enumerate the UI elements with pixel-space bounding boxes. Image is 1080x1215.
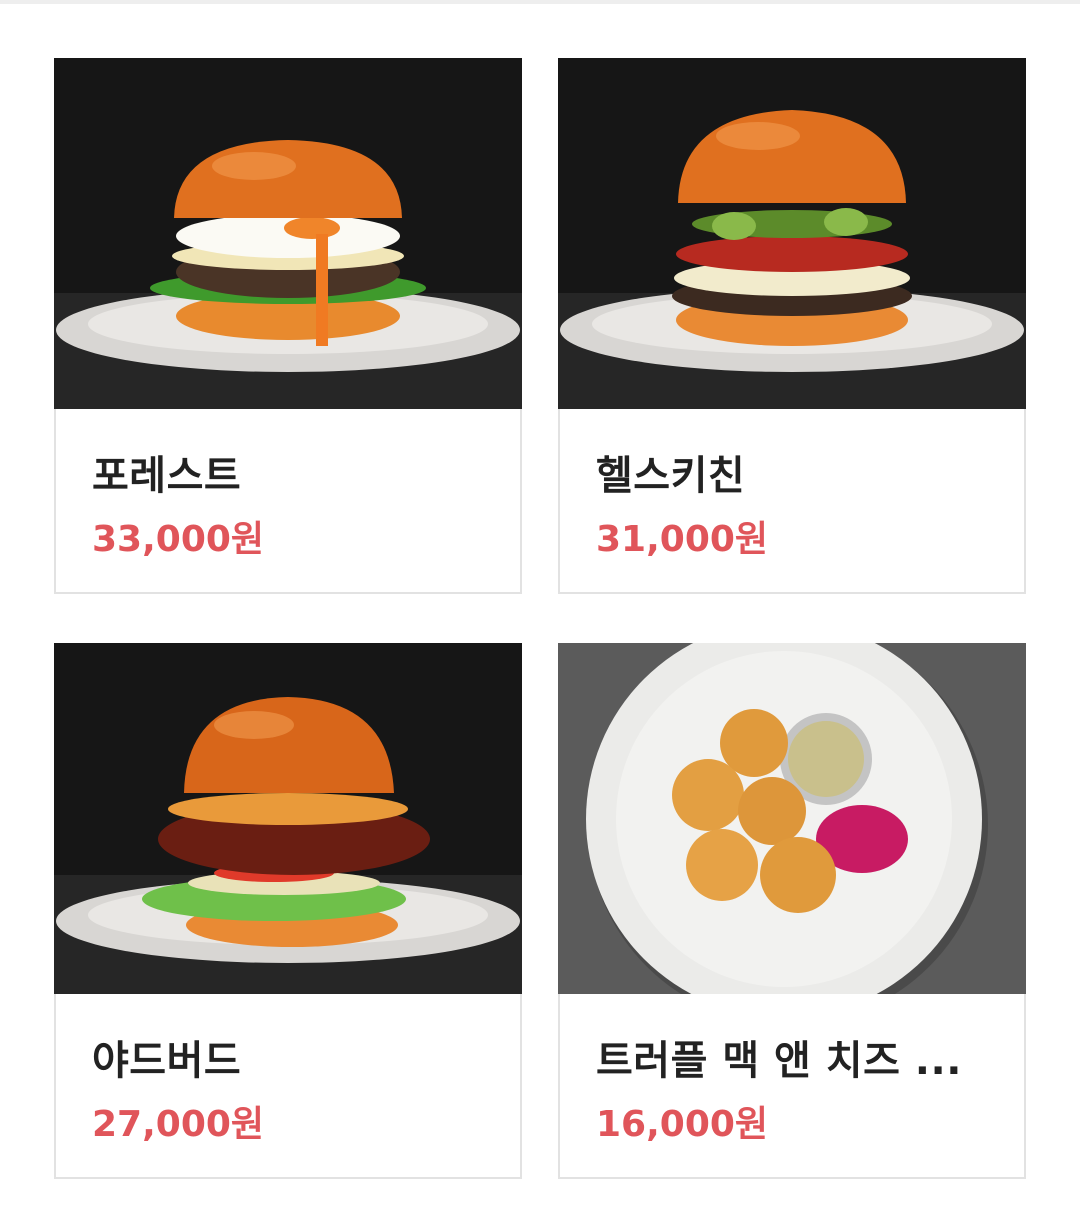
menu-item-price: 27,000원 xyxy=(92,1104,265,1145)
menu-item-photo xyxy=(54,58,522,409)
menu-item-name: 트러플 맥 앤 치즈 ... xyxy=(596,1038,962,1084)
menu-card-forest[interactable]: 포레스트 33,000원 xyxy=(54,58,522,594)
menu-item-photo xyxy=(558,643,1026,994)
menu-item-name: 야드버드 xyxy=(92,1038,242,1084)
menu-item-price: 31,000원 xyxy=(596,519,769,560)
menu-item-price: 33,000원 xyxy=(92,519,265,560)
menu-item-photo xyxy=(54,643,522,994)
menu-card-yardbird[interactable]: 야드버드 27,000원 xyxy=(54,643,522,1179)
menu-card-hells-kitchen[interactable]: 헬스키친 31,000원 xyxy=(558,58,1026,594)
menu-card-truffle-mac-and-cheese[interactable]: 트러플 맥 앤 치즈 ... 16,000원 xyxy=(558,643,1026,1179)
menu-item-price: 16,000원 xyxy=(596,1104,769,1145)
top-divider xyxy=(0,0,1080,4)
menu-item-name: 포레스트 xyxy=(92,453,242,499)
menu-item-name: 헬스키친 xyxy=(596,453,746,499)
menu-item-photo xyxy=(558,58,1026,409)
